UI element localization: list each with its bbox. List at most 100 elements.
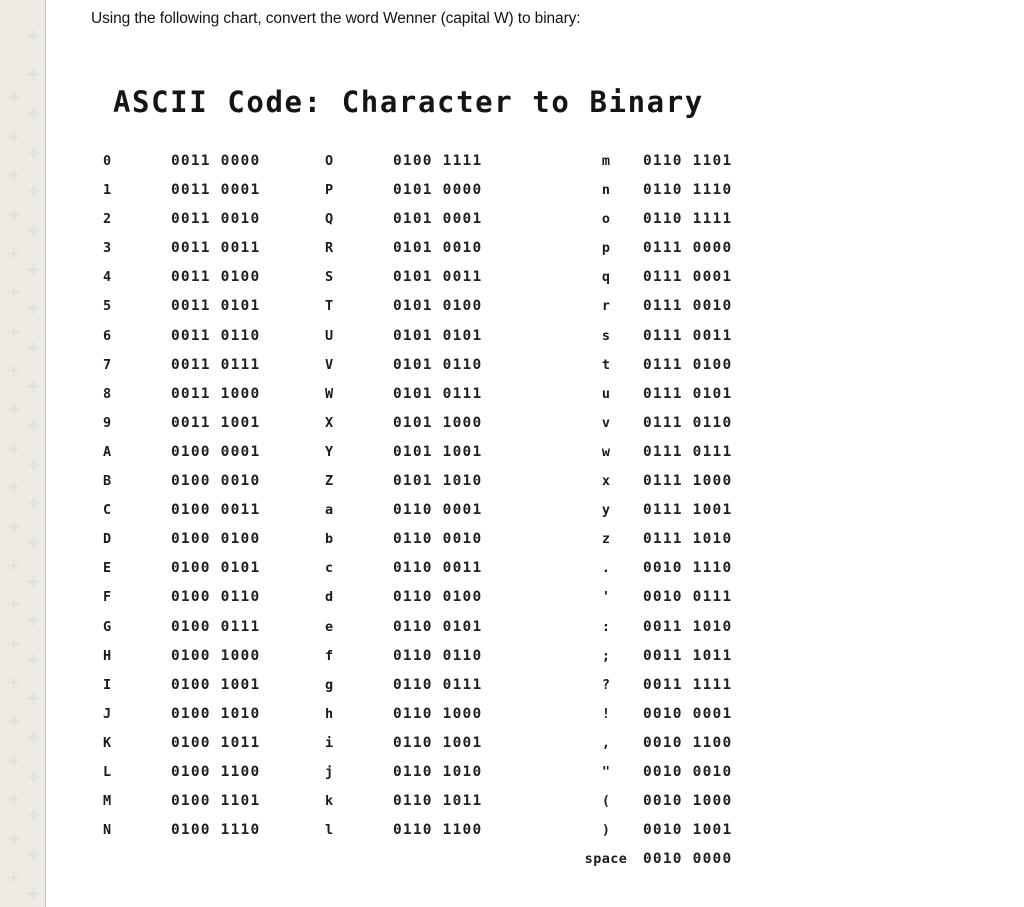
character-cell: u: [601, 385, 611, 402]
binary-cell: 0111 0101: [643, 385, 733, 402]
character-cell: p: [601, 240, 611, 257]
character-cell: S: [325, 269, 334, 286]
table-row: a 0110 0001: [325, 501, 482, 530]
binary-cell: 0110 1110: [643, 182, 733, 199]
table-row: F 0100 0110: [103, 588, 260, 617]
binary-cell: 0100 1111: [393, 153, 483, 169]
table-row: H 0100 1000: [103, 647, 260, 676]
character-cell: l: [325, 822, 334, 839]
table-row: ) 0010 1001: [569, 821, 732, 850]
table-row: I 0100 1001: [103, 676, 260, 705]
binary-cell: 0011 1010: [643, 618, 733, 635]
binary-cell: 0101 0011: [393, 269, 483, 286]
plus-decoration-icon: [8, 794, 19, 805]
binary-cell: 0010 0010: [643, 763, 733, 780]
plus-decoration-icon: [8, 560, 19, 571]
character-cell: space: [584, 851, 628, 868]
plus-decoration-icon: [28, 537, 39, 548]
table-row: i 0110 1001: [325, 734, 482, 763]
plus-decoration-icon: [28, 498, 39, 509]
table-row: Q 0101 0001: [325, 210, 482, 239]
character-cell: b: [325, 531, 334, 548]
binary-cell: 0111 0001: [643, 269, 733, 286]
character-cell: n: [601, 182, 611, 199]
plus-decoration-icon: [8, 209, 19, 220]
table-row: ; 0011 1011: [569, 647, 732, 676]
character-cell: v: [601, 414, 611, 431]
character-cell: L: [103, 763, 112, 780]
binary-cell: 0111 0000: [643, 240, 733, 257]
character-cell: 5: [103, 298, 112, 315]
character-cell: ;: [601, 647, 611, 664]
plus-decoration-icon: [8, 833, 19, 844]
character-cell: ": [601, 763, 611, 780]
plus-decoration-icon: [8, 716, 19, 727]
plus-decoration-icon: [28, 264, 39, 275]
table-row: (0010 1000: [569, 792, 732, 821]
binary-cell: 0011 0001: [171, 182, 261, 199]
character-cell: P: [325, 182, 334, 199]
ascii-column-2: O 0100 1111 P 0101 0000 Q 0101 0001 R 0101 0010…: [325, 152, 482, 850]
character-cell: H: [103, 647, 112, 664]
binary-cell: 0100 0101: [171, 560, 261, 577]
character-cell: g: [325, 676, 334, 693]
plus-decoration-icon: [8, 638, 19, 649]
table-row: D 0100 0100: [103, 530, 260, 559]
character-cell: 0: [103, 153, 112, 169]
table-row: j 0110 1010: [325, 763, 482, 792]
character-cell: k: [325, 793, 334, 810]
table-row: c 0110 0011: [325, 559, 482, 588]
plus-decoration-icon: [28, 69, 39, 80]
table-row: 0 0011 0000: [103, 152, 260, 181]
plus-decoration-icon: [8, 755, 19, 766]
binary-cell: 0100 0100: [171, 531, 261, 548]
binary-cell: 0101 0110: [393, 356, 483, 373]
character-cell: w: [601, 443, 611, 460]
character-cell: E: [103, 560, 112, 577]
binary-cell: 0101 0000: [393, 182, 483, 199]
table-row: B 0100 0010: [103, 472, 260, 501]
binary-cell: 0110 1100: [393, 822, 483, 839]
table-row: g 0110 0111: [325, 676, 482, 705]
plus-decoration-icon: [28, 108, 39, 119]
character-cell: R: [325, 240, 334, 257]
binary-cell: 0010 1100: [643, 734, 733, 751]
character-cell: ': [601, 589, 611, 606]
character-cell: 7: [103, 356, 112, 373]
binary-cell: 0010 0111: [643, 589, 733, 606]
binary-cell: 0100 1011: [171, 734, 261, 751]
plus-decoration-icon: [28, 225, 39, 236]
table-row: p 0111 0000: [569, 239, 732, 268]
binary-cell: 0100 0111: [171, 618, 261, 635]
binary-cell: 0100 0010: [171, 473, 261, 490]
plus-decoration-icon: [28, 381, 39, 392]
character-cell: W: [325, 385, 334, 402]
table-row: Z 0101 1010: [325, 472, 482, 501]
table-row: 4 0011 0100: [103, 268, 260, 297]
character-cell: U: [325, 327, 334, 344]
binary-cell: 0010 0000: [643, 851, 733, 868]
binary-cell: 0101 0101: [393, 327, 483, 344]
character-cell: z: [601, 531, 611, 548]
binary-cell: 0011 0101: [171, 298, 261, 315]
table-row: K 0100 1011: [103, 734, 260, 763]
table-row: X 0101 1000: [325, 414, 482, 443]
table-row: A 0100 0001: [103, 443, 260, 472]
binary-cell: 0011 0100: [171, 269, 261, 286]
binary-cell: 0101 1001: [393, 443, 483, 460]
character-cell: e: [325, 618, 334, 635]
binary-cell: 0110 1001: [393, 734, 483, 751]
character-cell: ,: [601, 734, 611, 751]
table-row: U 0101 0101: [325, 327, 482, 356]
table-row: W 0101 0111: [325, 385, 482, 414]
table-row: e 0110 0101: [325, 618, 482, 647]
table-row: ' 0010 0111: [569, 588, 732, 617]
character-cell: D: [103, 531, 112, 548]
character-cell: d: [325, 589, 334, 606]
character-cell: a: [325, 502, 334, 519]
binary-cell: 0110 0011: [393, 560, 483, 577]
table-row: 3 0011 0011: [103, 239, 260, 268]
character-cell: V: [325, 356, 334, 373]
table-row: 9 0011 1001: [103, 414, 260, 443]
question-prompt: Using the following chart, convert the w…: [91, 10, 581, 27]
